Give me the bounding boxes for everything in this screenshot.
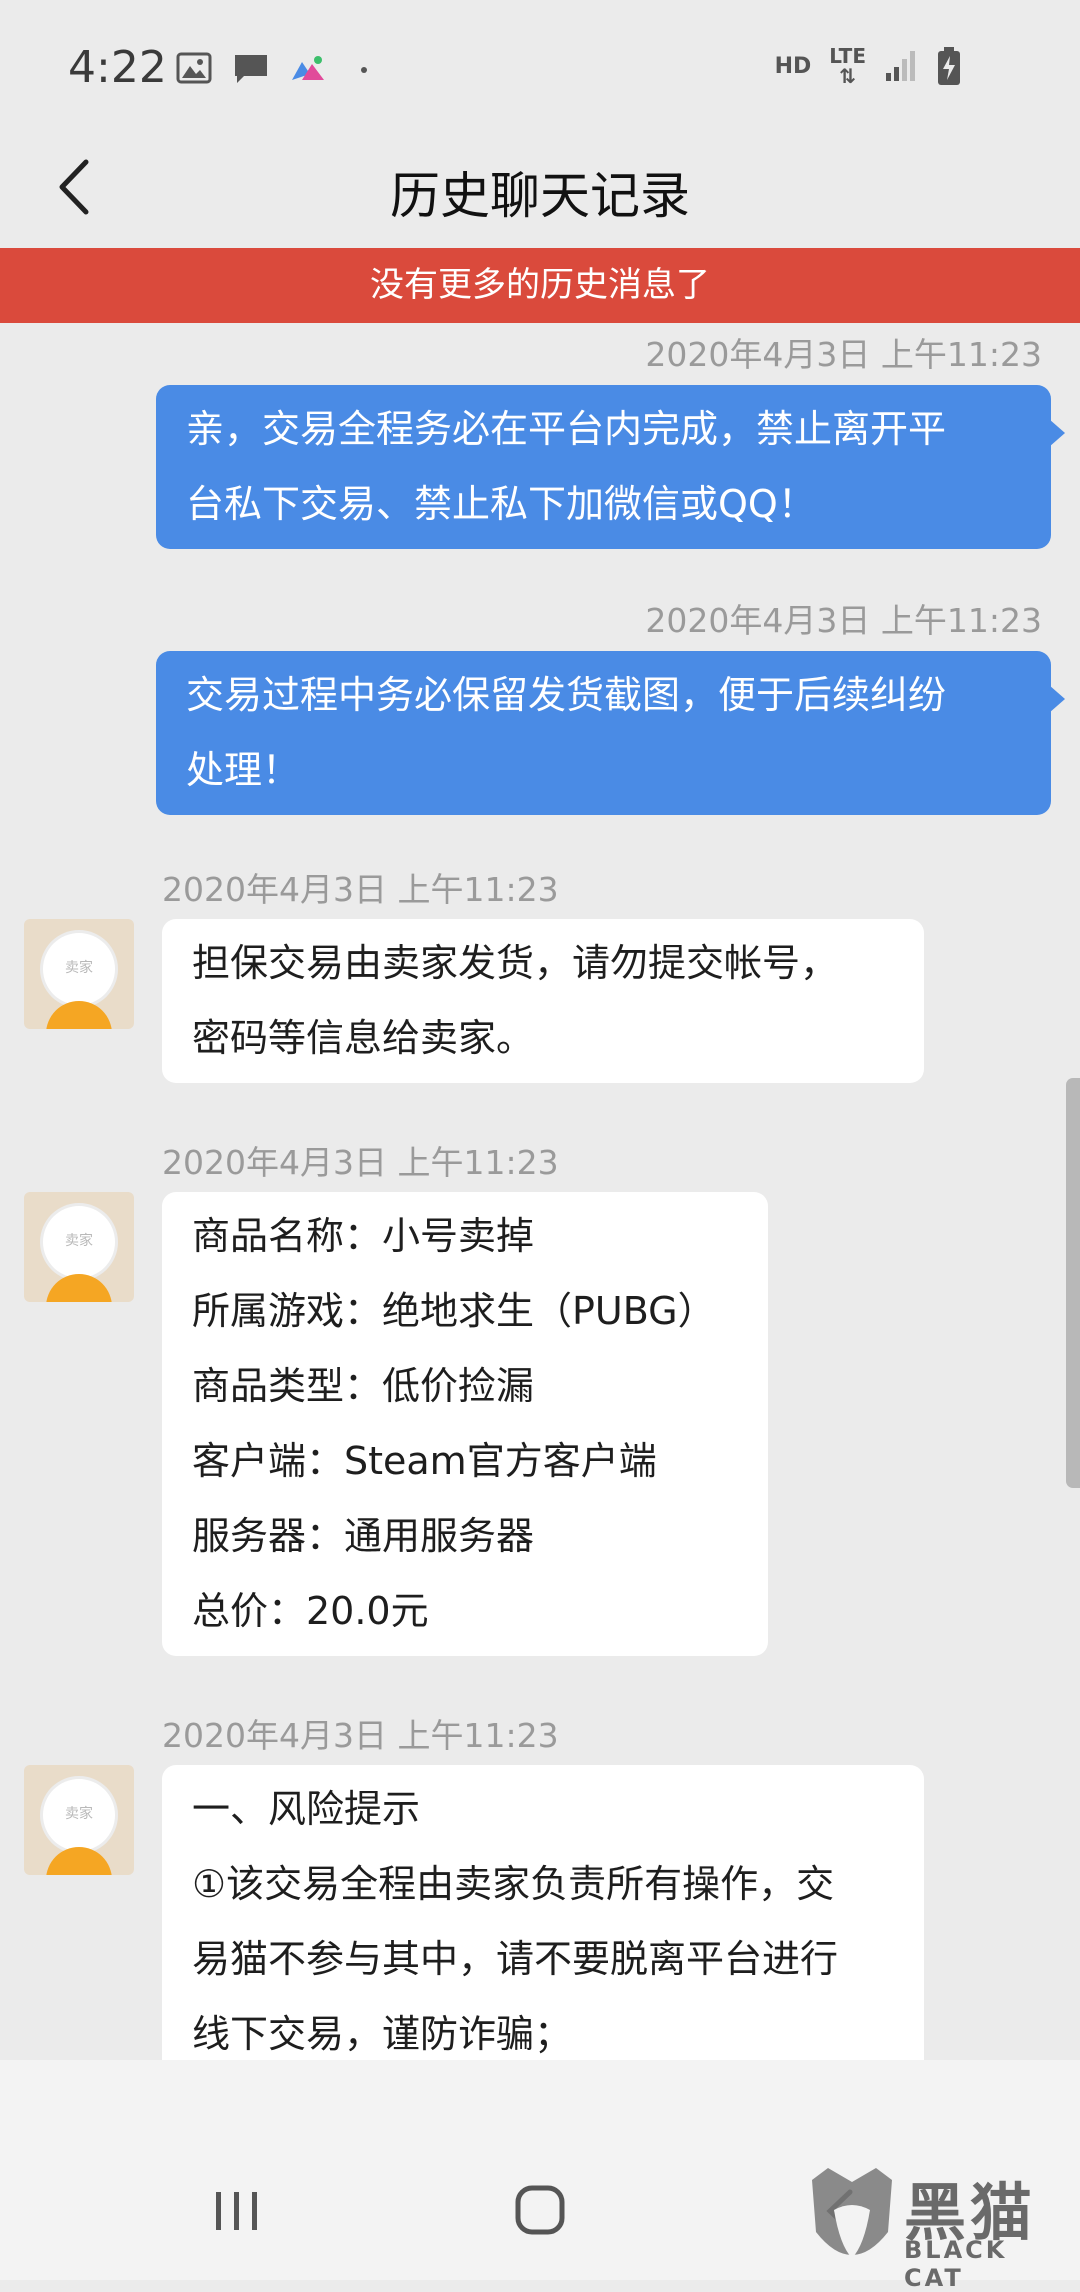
message-line: 易猫不参与其中，请不要脱离平台进行 — [192, 1937, 839, 1981]
image-icon — [176, 52, 212, 84]
message-line: 亲，交易全程务必在平台内完成，禁止离开平 — [186, 407, 947, 451]
message-timestamp: 2020年4月3日 上午11:23 — [645, 335, 1042, 374]
lte-indicator: LTE ⇅ — [829, 44, 866, 88]
avatar-label: 卖家 — [65, 1806, 93, 1822]
message-line: ①该交易全程由卖家负责所有操作，交 — [192, 1862, 835, 1906]
product-type-line: 商品类型：低价捡漏 — [192, 1364, 535, 1408]
watermark-subtitle: BLACK CAT — [904, 2236, 1008, 2292]
status-right-group: HD LTE ⇅ — [775, 46, 962, 86]
message-line: 台私下交易、禁止私下加微信或QQ！ — [186, 482, 816, 526]
battery-charging-icon — [938, 47, 960, 85]
message-line: 处理！ — [186, 748, 301, 792]
product-name-line: 商品名称：小号卖掉 — [192, 1214, 535, 1258]
product-client-line: 客户端：Steam官方客户端 — [192, 1439, 657, 1483]
avatar-body — [46, 1274, 112, 1302]
blackcat-watermark: 黑猫 BLACK CAT — [804, 2162, 1074, 2292]
avatar-face: 卖家 — [43, 1779, 115, 1851]
outgoing-message-bubble[interactable]: 交易过程中务必保留发货截图，便于后续纠纷 处理！ — [156, 651, 1065, 815]
message-line: 线下交易，谨防诈骗； — [192, 2012, 573, 2056]
message-line: 交易过程中务必保留发货截图，便于后续纠纷 — [186, 673, 947, 717]
title-bar: 历史聊天记录 — [0, 130, 1080, 248]
message-line: 密码等信息给卖家。 — [192, 1016, 535, 1060]
blackcat-logo-icon — [812, 2168, 892, 2258]
product-server-line: 服务器：通用服务器 — [192, 1514, 535, 1558]
message-timestamp: 2020年4月3日 上午11:23 — [645, 601, 1042, 640]
seller-avatar[interactable]: 卖家 — [24, 919, 134, 1029]
avatar-body — [46, 1847, 112, 1875]
scrollbar-thumb[interactable] — [1066, 1078, 1080, 1488]
page-title: 历史聊天记录 — [390, 167, 690, 225]
message-timestamp: 2020年4月3日 上午11:23 — [162, 1716, 559, 1755]
incoming-message-bubble[interactable]: 担保交易由卖家发货，请勿提交帐号， 密码等信息给卖家。 — [162, 919, 924, 1083]
signal-icon — [886, 51, 915, 81]
avatar-body — [46, 1001, 112, 1029]
status-time: 4:22 — [68, 42, 167, 93]
avatar-face: 卖家 — [43, 933, 115, 1005]
seller-avatar[interactable]: 卖家 — [24, 1192, 134, 1302]
avatar-label: 卖家 — [65, 1233, 93, 1249]
message-timestamp: 2020年4月3日 上午11:23 — [162, 1143, 559, 1182]
message-timestamp: 2020年4月3日 上午11:23 — [162, 870, 559, 909]
notification-dot-icon — [361, 67, 367, 73]
risk-notice-bubble[interactable]: 一、风险提示 ①该交易全程由卖家负责所有操作，交 易猫不参与其中，请不要脱离平台… — [162, 1765, 924, 2060]
outgoing-message-bubble[interactable]: 亲，交易全程务必在平台内完成，禁止离开平 台私下交易、禁止私下加微信或QQ！ — [156, 385, 1065, 549]
product-info-bubble[interactable]: 商品名称：小号卖掉 所属游戏：绝地求生（PUBG） 商品类型：低价捡漏 客户端：… — [162, 1192, 768, 1656]
seller-avatar[interactable]: 卖家 — [24, 1765, 134, 1875]
home-icon[interactable] — [514, 2184, 566, 2236]
product-price-line: 总价：20.0元 — [192, 1589, 429, 1633]
bottom-spacer — [0, 2060, 1080, 2140]
product-game-line: 所属游戏：绝地求生（PUBG） — [192, 1289, 716, 1333]
hd-indicator: HD — [774, 53, 812, 79]
chat-history[interactable]: 2020年4月3日 上午11:23 亲，交易全程务必在平台内完成，禁止离开平 台… — [0, 323, 1080, 2060]
status-bar: 4:22 HD LTE ⇅ — [0, 0, 1080, 130]
lte-label: LTE — [829, 44, 866, 68]
gallery-icon — [292, 56, 324, 80]
risk-heading: 一、风险提示 — [192, 1787, 421, 1831]
message-line: 担保交易由卖家发货，请勿提交帐号， — [192, 941, 839, 985]
message-icon — [235, 55, 267, 83]
avatar-face: 卖家 — [43, 1206, 115, 1278]
recents-icon[interactable] — [212, 2188, 262, 2234]
no-more-history-banner: 没有更多的历史消息了 — [0, 248, 1080, 323]
avatar-label: 卖家 — [65, 960, 93, 976]
